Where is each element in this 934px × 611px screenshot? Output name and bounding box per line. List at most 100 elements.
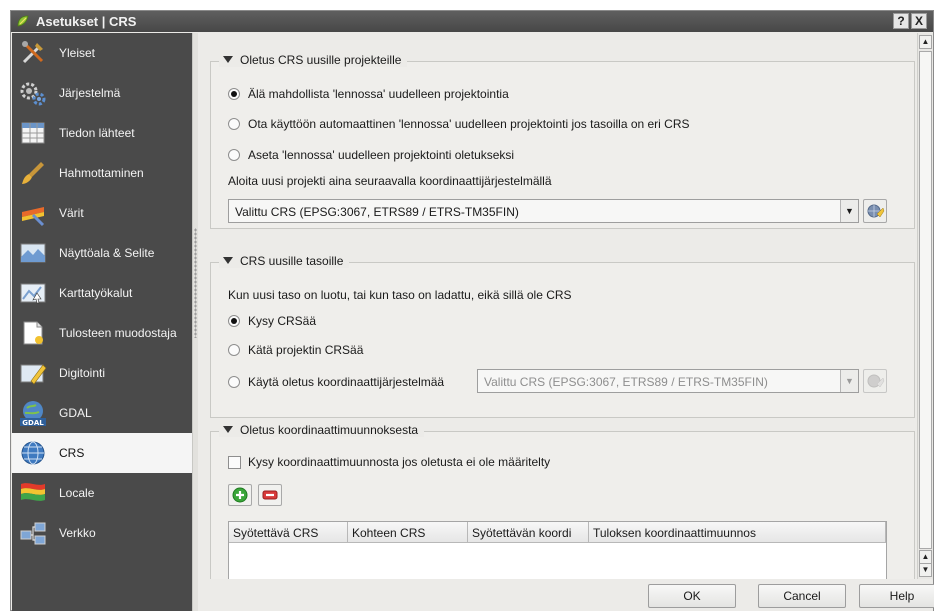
sidebar-item-verkko[interactable]: Verkko xyxy=(12,513,192,553)
sidebar-item-karttatyokalut[interactable]: Karttatyökalut xyxy=(12,273,192,313)
title-bar[interactable]: Asetukset | CRS ? X xyxy=(11,11,933,32)
radio-label: Älä mahdollista 'lennossa' uudelleen pro… xyxy=(248,87,509,101)
remove-transform-button[interactable] xyxy=(258,484,282,506)
sidebar-item-tulosteen-muodostaja[interactable]: Tulosteen muodostaja xyxy=(12,313,192,353)
new-layer-description: Kun uusi taso on luotu, tai kun taso on … xyxy=(228,288,572,302)
sidebar-item-label: CRS xyxy=(59,446,85,460)
sidebar-item-label: Digitointi xyxy=(59,366,106,380)
radio-label: Kätä projektin CRSää xyxy=(248,343,364,357)
sidebar-item-locale[interactable]: Locale xyxy=(12,473,192,513)
scroll-down-icon[interactable]: ▼ xyxy=(919,563,932,577)
paintbrush-icon xyxy=(22,162,44,184)
default-crs-group: Oletus CRS uusille projekteille Älä mahd… xyxy=(210,53,915,229)
radio-button[interactable] xyxy=(228,376,240,388)
radio-button[interactable] xyxy=(228,118,240,130)
network-icon xyxy=(20,522,46,545)
new-layer-crs-group-title[interactable]: CRS uusille tasoille xyxy=(219,254,350,268)
cancel-button[interactable]: Cancel xyxy=(758,584,846,608)
sidebar-item-nayttoala[interactable]: Näyttöala & Selite xyxy=(12,233,192,273)
crs-select-icon xyxy=(867,374,885,388)
sidebar-item-jarjestelma[interactable]: Järjestelmä xyxy=(12,73,192,113)
color-palette-icon xyxy=(22,207,45,227)
radio-label: Käytä oletus koordinaattijärjestelmää xyxy=(248,375,445,389)
project-crs-value: Valittu CRS (EPSG:3067, ETRS89 / ETRS-TM… xyxy=(235,205,519,219)
map-tools-icon xyxy=(20,283,46,304)
layer-default-crs-select[interactable]: Valittu CRS (EPSG:3067, ETRS89 / ETRS-TM… xyxy=(477,369,859,393)
dialog-button-box: OK Cancel Help xyxy=(198,579,934,611)
sidebar-item-label: Värit xyxy=(59,206,84,220)
radio-label: Aseta 'lennossa' uudelleen projektointi … xyxy=(248,148,515,162)
sidebar-item-label: Verkko xyxy=(59,526,96,540)
radio-button[interactable] xyxy=(228,344,240,356)
radio-button[interactable] xyxy=(228,315,240,327)
select-crs-button[interactable] xyxy=(863,199,887,223)
transform-table[interactable]: Syötettävä CRS Kohteen CRS Syötettävän k… xyxy=(228,521,887,579)
column-header[interactable]: Tuloksen koordinaattimuunnos xyxy=(589,522,886,543)
sidebar-item-label: Tiedon lähteet xyxy=(59,126,135,140)
sidebar-item-tiedon-lahteet[interactable]: Tiedon lähteet xyxy=(12,113,192,153)
settings-sidebar: Yleiset Järjestelmä Tiedon lähteet Hahmo… xyxy=(12,33,192,611)
sidebar-item-yleiset[interactable]: Yleiset xyxy=(12,33,192,73)
svg-text:GDAL: GDAL xyxy=(22,419,44,427)
radio-button[interactable] xyxy=(228,88,240,100)
new-layer-crs-group: CRS uusille tasoille Kun uusi taso on lu… xyxy=(210,254,915,418)
table-icon xyxy=(21,122,45,144)
tools-icon xyxy=(22,41,44,64)
scroll-up-icon[interactable]: ▲ xyxy=(919,35,932,49)
add-transform-button[interactable] xyxy=(228,484,252,506)
vertical-scrollbar[interactable]: ▲ ▲ ▼ xyxy=(917,33,933,579)
column-header[interactable]: Syötettävän koordi xyxy=(468,522,589,543)
digitizing-icon xyxy=(20,364,47,385)
scroll-thumb[interactable] xyxy=(919,51,932,549)
ask-transform-checkbox[interactable] xyxy=(228,456,241,469)
gears-icon xyxy=(20,82,46,106)
column-header[interactable]: Kohteen CRS xyxy=(348,522,468,543)
radio-button[interactable] xyxy=(228,149,240,161)
sidebar-item-label: GDAL xyxy=(59,406,92,420)
ask-transform-label: Kysy koordinaattimuunnosta jos oletusta … xyxy=(248,455,551,469)
map-canvas-icon xyxy=(20,243,46,263)
new-project-crs-label: Aloita uusi projekti aina seuraavalla ko… xyxy=(228,174,552,188)
table-header: Syötettävä CRS Kohteen CRS Syötettävän k… xyxy=(229,522,886,543)
radio-label: Ota käyttöön automaattinen 'lennossa' uu… xyxy=(248,117,690,131)
sidebar-item-digitointi[interactable]: Digitointi xyxy=(12,353,192,393)
project-crs-select[interactable]: Valittu CRS (EPSG:3067, ETRS89 / ETRS-TM… xyxy=(228,199,859,223)
sidebar-item-label: Näyttöala & Selite xyxy=(59,246,155,260)
sidebar-item-label: Locale xyxy=(59,486,95,500)
sidebar-item-label: Karttatyökalut xyxy=(59,286,133,300)
default-crs-group-title[interactable]: Oletus CRS uusille projekteille xyxy=(219,53,408,67)
help-button[interactable]: Help xyxy=(859,584,934,608)
radio-label: Kysy CRSää xyxy=(248,314,317,328)
crs-select-icon xyxy=(867,204,885,218)
chevron-down-icon[interactable]: ▼ xyxy=(840,370,858,392)
print-composer-icon xyxy=(23,321,43,345)
plus-icon xyxy=(232,487,248,503)
sidebar-item-label: Yleiset xyxy=(59,46,96,60)
chevron-down-icon[interactable]: ▼ xyxy=(840,200,858,222)
select-layer-crs-button[interactable] xyxy=(863,369,887,393)
scroll-up-icon[interactable]: ▲ xyxy=(919,550,932,564)
minus-icon xyxy=(262,490,278,500)
sidebar-item-label: Hahmottaminen xyxy=(59,166,144,180)
transform-group: Oletus koordinaattimuunnoksesta Kysy koo… xyxy=(210,423,915,579)
collapse-triangle-icon xyxy=(223,257,233,264)
ok-button[interactable]: OK xyxy=(648,584,736,608)
crs-settings-panel: Oletus CRS uusille projekteille Älä mahd… xyxy=(198,33,916,579)
settings-dialog: Asetukset | CRS ? X Yleiset Järjestelmä xyxy=(10,10,934,611)
collapse-triangle-icon xyxy=(223,56,233,63)
gdal-icon: GDAL xyxy=(20,401,46,427)
help-title-button[interactable]: ? xyxy=(893,13,909,29)
column-header[interactable]: Syötettävä CRS xyxy=(229,522,348,543)
window-title: Asetukset | CRS xyxy=(36,14,137,29)
transform-group-title[interactable]: Oletus koordinaattimuunnoksesta xyxy=(219,423,425,437)
close-title-button[interactable]: X xyxy=(911,13,927,29)
sidebar-item-crs[interactable]: CRS xyxy=(12,433,192,473)
locale-flag-icon xyxy=(21,483,45,501)
sidebar-item-gdal[interactable]: GDAL GDAL xyxy=(12,393,192,433)
sidebar-item-hahmottaminen[interactable]: Hahmottaminen xyxy=(12,153,192,193)
sidebar-item-label: Tulosteen muodostaja xyxy=(59,326,177,340)
layer-default-crs-value: Valittu CRS (EPSG:3067, ETRS89 / ETRS-TM… xyxy=(484,375,768,389)
sidebar-item-varit[interactable]: Värit xyxy=(12,193,192,233)
sidebar-item-label: Järjestelmä xyxy=(59,86,121,100)
qgis-logo-icon xyxy=(17,15,29,27)
